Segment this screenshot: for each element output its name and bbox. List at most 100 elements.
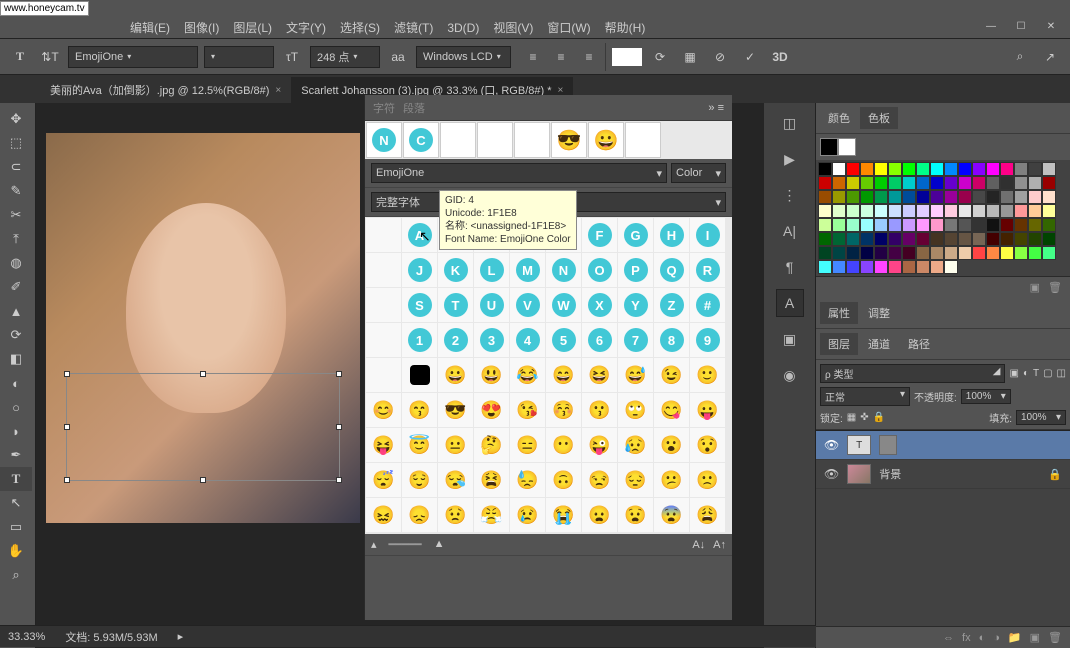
swatch[interactable] (874, 176, 888, 190)
text-color-swatch[interactable] (612, 48, 642, 66)
glyph-cell[interactable]: 5 (546, 323, 581, 357)
glyph-cell[interactable]: 😛 (690, 393, 725, 427)
swatch[interactable] (832, 204, 846, 218)
dock-actions-icon[interactable]: ▶ (776, 145, 804, 173)
tab-layers[interactable]: 图层 (820, 333, 858, 355)
swatch[interactable] (930, 246, 944, 260)
swatch[interactable] (1014, 218, 1028, 232)
recent-glyph[interactable] (440, 122, 476, 158)
menu-layer[interactable]: 图层(L) (233, 19, 272, 36)
swatch[interactable] (832, 190, 846, 204)
marquee-tool[interactable]: ⬚ (0, 131, 32, 155)
menu-edit[interactable]: 编辑(E) (130, 19, 170, 36)
lasso-tool[interactable]: ⊂ (0, 155, 32, 179)
swatch[interactable] (902, 190, 916, 204)
path-tool[interactable]: ↖ (0, 491, 32, 515)
glyph-cell[interactable]: 😯 (690, 428, 725, 462)
group-icon[interactable]: 📁 (1008, 631, 1022, 644)
glyph-cell[interactable]: 😞 (402, 498, 437, 532)
glyph-cell[interactable]: 😖 (366, 498, 401, 532)
swatch[interactable] (1042, 218, 1056, 232)
swatch[interactable] (930, 204, 944, 218)
swatch[interactable] (930, 232, 944, 246)
glyph-cell[interactable] (366, 358, 401, 392)
swatch[interactable] (972, 190, 986, 204)
glyph-cell[interactable]: 2 (438, 323, 473, 357)
mask-icon[interactable]: ◐ (979, 632, 986, 644)
maximize-button[interactable]: ☐ (1010, 19, 1032, 33)
glyph-cell[interactable]: 😃 (474, 358, 509, 392)
swatch[interactable] (902, 162, 916, 176)
glyph-cell[interactable]: 😨 (654, 498, 689, 532)
swatch[interactable] (860, 190, 874, 204)
swatch[interactable] (888, 176, 902, 190)
type-tool[interactable]: T (0, 467, 32, 491)
swatch[interactable] (1042, 190, 1056, 204)
cancel-icon[interactable]: ⊘ (708, 45, 732, 69)
swatch[interactable] (958, 232, 972, 246)
filter-smart-icon[interactable]: ◫ (1057, 368, 1066, 379)
glyph-cell[interactable]: K (438, 253, 473, 287)
status-flyout-icon[interactable]: ▸ (178, 630, 184, 643)
swatch[interactable] (846, 218, 860, 232)
tab-color[interactable]: 颜色 (820, 107, 858, 129)
filter-pixel-icon[interactable]: ▣ (1009, 368, 1018, 379)
glyph-style-select[interactable]: Color▾ (671, 163, 726, 183)
3d-icon[interactable]: 3D (768, 45, 792, 69)
swatch[interactable] (846, 204, 860, 218)
glyph-tab-char[interactable]: 字符 (373, 100, 395, 116)
char-panel-icon[interactable]: ▦ (678, 45, 702, 69)
glyph-cell[interactable]: 😘 (510, 393, 545, 427)
swatch[interactable] (986, 246, 1000, 260)
pen-tool[interactable]: ✒ (0, 443, 32, 467)
text-bounding-box[interactable] (66, 373, 340, 481)
swatch[interactable] (846, 246, 860, 260)
brush-tool[interactable]: ✐ (0, 275, 32, 299)
glyph-cell[interactable]: 😅 (618, 358, 653, 392)
swatch[interactable] (944, 246, 958, 260)
menu-type[interactable]: 文字(Y) (286, 19, 326, 36)
glyph-cell[interactable]: O (582, 253, 617, 287)
swatch[interactable] (860, 260, 874, 274)
swatch[interactable] (972, 218, 986, 232)
swatch[interactable] (1042, 204, 1056, 218)
glyph-tab-para[interactable]: 段落 (403, 100, 425, 116)
dock-char-icon[interactable]: A| (776, 217, 804, 245)
aa-select[interactable]: Windows LCD▾ (416, 46, 511, 68)
type-tool-icon[interactable]: T (8, 45, 32, 69)
glyph-cell[interactable]: 😮 (654, 428, 689, 462)
swatch[interactable] (818, 190, 832, 204)
swatch[interactable] (860, 162, 874, 176)
glyph-cell[interactable]: 6 (582, 323, 617, 357)
glyph-cell[interactable]: 😗 (582, 393, 617, 427)
glyph-cell[interactable]: I (690, 218, 725, 252)
glyph-cell[interactable]: 😉 (654, 358, 689, 392)
tab-channels[interactable]: 通道 (860, 333, 898, 355)
swatch[interactable] (1000, 204, 1014, 218)
swatch[interactable] (818, 246, 832, 260)
glyph-cell[interactable]: P (618, 253, 653, 287)
glyph-cell[interactable]: 😋 (654, 393, 689, 427)
swatch[interactable] (874, 162, 888, 176)
new-layer-icon[interactable]: ▣ (1030, 631, 1040, 644)
glyph-cell[interactable]: 😢 (510, 498, 545, 532)
swatch[interactable] (916, 204, 930, 218)
swatch[interactable] (902, 218, 916, 232)
swatch[interactable] (874, 190, 888, 204)
glyph-cell[interactable]: 7 (618, 323, 653, 357)
swatch[interactable] (944, 204, 958, 218)
glyph-cell[interactable]: U (474, 288, 509, 322)
dock-brushes-icon[interactable]: ⋮ (776, 181, 804, 209)
swatch[interactable] (958, 246, 972, 260)
swatch[interactable] (874, 218, 888, 232)
align-right-icon[interactable]: ≡ (577, 45, 601, 69)
swatch[interactable] (1014, 162, 1028, 176)
history-tool[interactable]: ⟳ (0, 323, 32, 347)
glyph-cell[interactable]: F (582, 218, 617, 252)
glyph-cell[interactable]: N (546, 253, 581, 287)
glyph-font-select[interactable]: EmojiOne▾ (371, 163, 667, 183)
recent-glyph[interactable] (625, 122, 661, 158)
glyph-cell[interactable]: 😌 (402, 463, 437, 497)
swatch[interactable] (1028, 246, 1042, 260)
close-button[interactable]: ✕ (1040, 19, 1062, 33)
